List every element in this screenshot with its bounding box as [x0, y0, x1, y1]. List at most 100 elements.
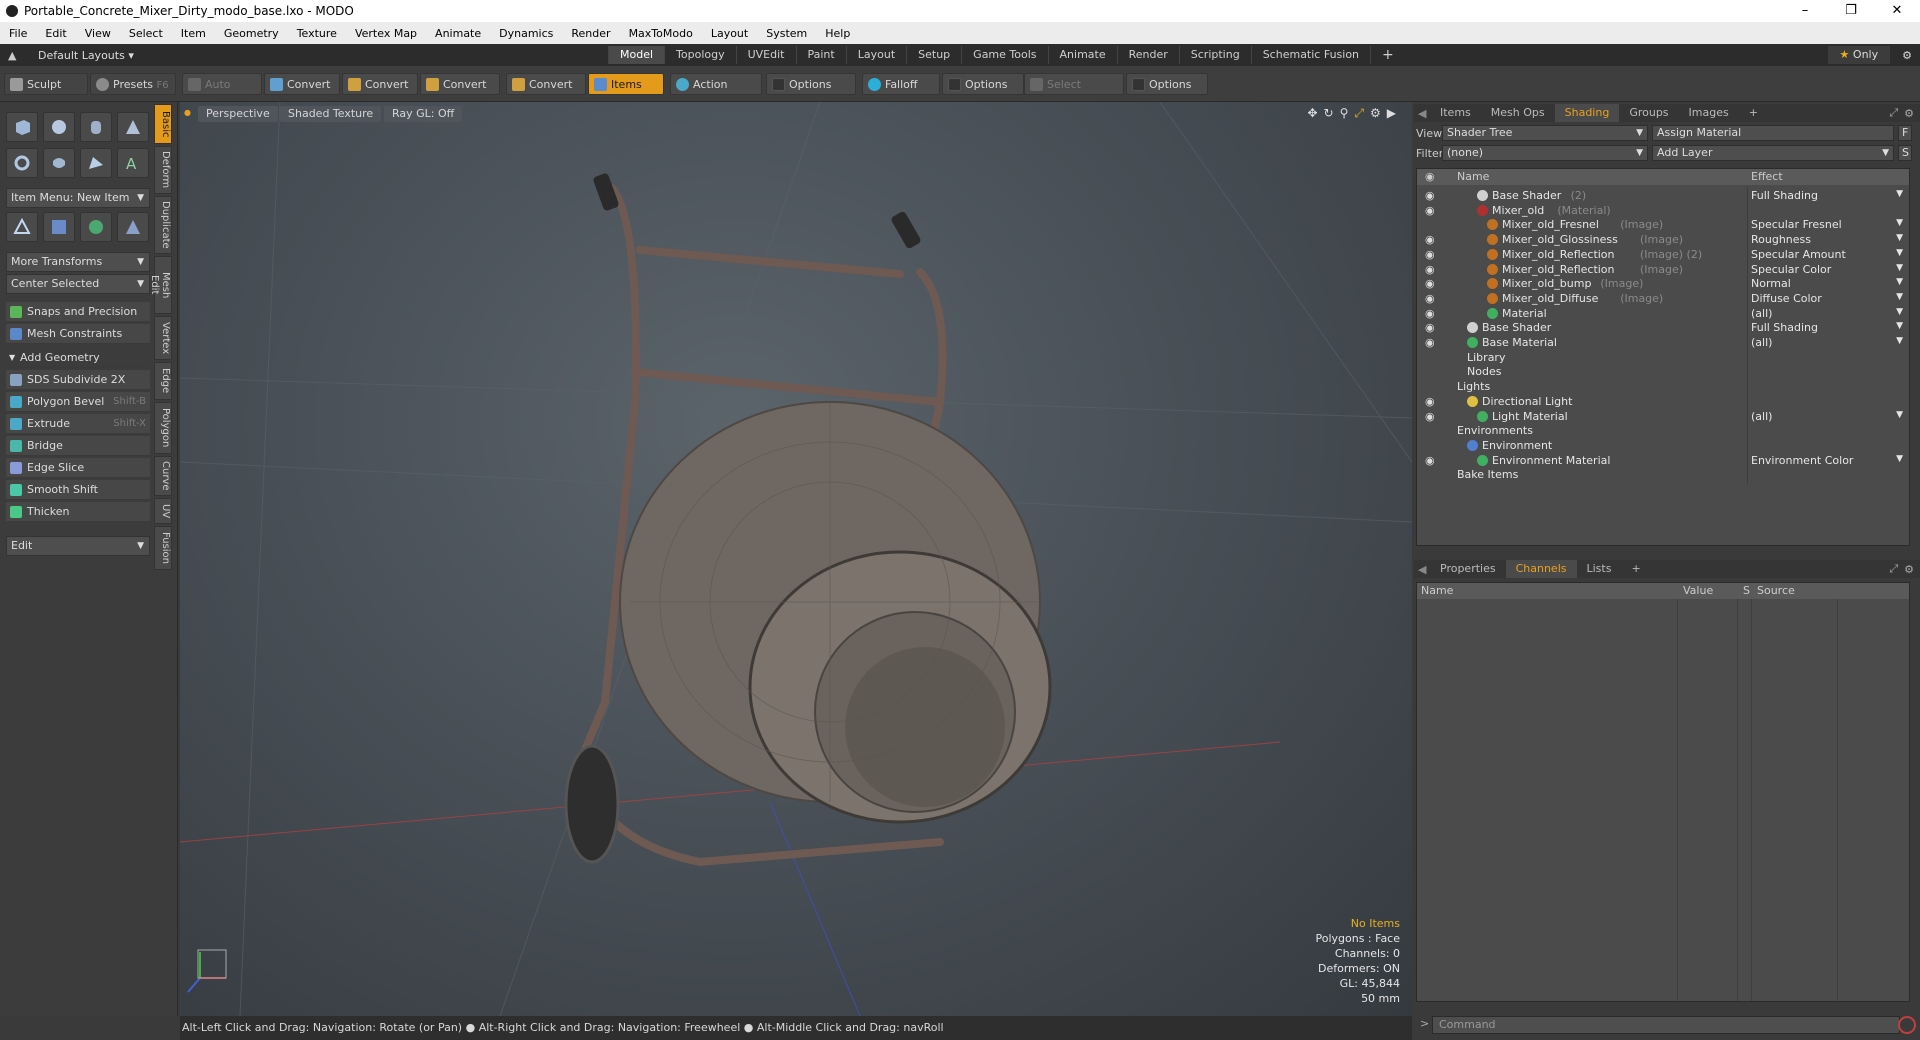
vtab-edge[interactable]: Edge [154, 362, 172, 400]
select-through-button[interactable]: Select Through [1024, 73, 1124, 113]
view-dropdown[interactable]: Shader Tree ▼ [1442, 125, 1648, 141]
extrude-button[interactable]: Extrude Shift-X [6, 414, 150, 434]
panel-arrow-icon[interactable]: ◀ [1418, 563, 1430, 576]
shader-tree-row[interactable]: Bake Items [1417, 466, 1909, 485]
chevron-down-icon[interactable]: ▼ [1896, 218, 1903, 228]
visibility-eye-icon[interactable]: ◉ [1425, 277, 1439, 290]
expand-icon[interactable]: ⤢ [1889, 562, 1898, 576]
ch-col-s[interactable]: S [1743, 584, 1750, 597]
chevron-down-icon[interactable]: ▼ [1896, 410, 1903, 420]
pen-icon[interactable] [80, 148, 112, 178]
close-button[interactable]: ✕ [1874, 0, 1920, 22]
layer-effect[interactable]: Specular Color [1751, 263, 1831, 276]
tab-model[interactable]: Model [608, 46, 665, 64]
menu-animate[interactable]: Animate [426, 27, 490, 40]
menu-item[interactable]: Item [172, 27, 215, 40]
falloff-options-button[interactable]: Options [942, 73, 1024, 95]
menu-file[interactable]: File [0, 27, 36, 40]
convert-polygons-button[interactable]: Convert [420, 73, 500, 95]
tab-paint[interactable]: Paint [795, 46, 846, 64]
expand-icon[interactable]: ⤢ [1889, 106, 1898, 120]
layer-effect[interactable]: Roughness [1751, 233, 1811, 246]
menu-maxtomodo[interactable]: MaxToModo [620, 27, 702, 40]
chevron-down-icon[interactable]: ▼ [1896, 292, 1903, 302]
globe-icon[interactable] [80, 212, 112, 242]
only-button[interactable]: ★ Only [1827, 46, 1891, 64]
torus-icon[interactable] [6, 148, 38, 178]
action-center-button[interactable]: Action Center [670, 73, 762, 113]
menu-geometry[interactable]: Geometry [215, 27, 288, 40]
menu-vertex-map[interactable]: Vertex Map [346, 27, 426, 40]
assign-material-button[interactable]: Assign Material [1652, 125, 1894, 141]
visibility-eye-icon[interactable]: ◉ [1425, 321, 1439, 334]
record-icon[interactable] [1898, 1016, 1916, 1034]
chevron-down-icon[interactable]: ▼ [1896, 321, 1903, 331]
layer-effect[interactable]: Full Shading [1751, 321, 1818, 334]
visibility-eye-icon[interactable]: ◉ [1425, 233, 1439, 246]
chevron-down-icon[interactable]: ▼ [1896, 189, 1903, 199]
layer-effect[interactable]: Specular Fresnel [1751, 218, 1842, 231]
panel-arrow-icon[interactable]: ◀ [1418, 107, 1430, 120]
chevron-down-icon[interactable]: ▼ [1896, 233, 1903, 243]
tab-layout[interactable]: Layout [845, 46, 906, 64]
add-tab-button[interactable]: + [1739, 104, 1768, 122]
item-menu-dropdown[interactable]: Item Menu: New Item ▼ [6, 188, 150, 208]
chevron-down-icon[interactable]: ▼ [1896, 454, 1903, 464]
more-transforms-dropdown[interactable]: More Transforms ▼ [6, 252, 150, 272]
auto-select-button[interactable]: Auto Select [182, 73, 262, 113]
ch-col-value[interactable]: Value [1683, 584, 1713, 597]
tab-mesh-ops[interactable]: Mesh Ops [1481, 104, 1555, 122]
menu-render[interactable]: Render [562, 27, 619, 40]
layout-up-icon[interactable]: ▲ [8, 49, 22, 62]
convert-vertices-button[interactable]: Convert [264, 73, 340, 95]
cube-icon[interactable] [6, 112, 38, 142]
gear-icon[interactable]: ⚙ [1902, 49, 1912, 62]
minimize-button[interactable]: – [1782, 0, 1828, 22]
tab-game-tools[interactable]: Game Tools [961, 46, 1047, 64]
text-icon[interactable]: A [117, 148, 149, 178]
tab-channels[interactable]: Channels [1505, 560, 1577, 578]
tab-items[interactable]: Items [1430, 104, 1481, 122]
menu-texture[interactable]: Texture [288, 27, 346, 40]
vtab-vertex[interactable]: Vertex [154, 316, 172, 360]
capsule-icon[interactable] [43, 148, 75, 178]
tab-animate[interactable]: Animate [1047, 46, 1117, 64]
visibility-eye-icon[interactable]: ◉ [1425, 189, 1439, 202]
chevron-down-icon[interactable]: ▼ [1896, 277, 1903, 287]
menu-edit[interactable]: Edit [36, 27, 75, 40]
3d-viewport[interactable]: ● Perspective Shaded Texture Ray GL: Off… [180, 102, 1412, 1016]
chevron-down-icon[interactable]: ▼ [1896, 336, 1903, 346]
thicken-button[interactable]: Thicken [6, 502, 150, 522]
edge-slice-button[interactable]: Edge Slice [6, 458, 150, 478]
col-effect[interactable]: Effect [1751, 170, 1783, 183]
layer-effect[interactable]: (all) [1751, 307, 1772, 320]
tab-scripting[interactable]: Scripting [1178, 46, 1251, 64]
filter-dropdown[interactable]: (none) ▼ [1442, 145, 1648, 161]
mesh-constraints-button[interactable]: Mesh Constraints [6, 324, 150, 344]
sds-subdivide-button[interactable]: SDS Subdivide 2X [6, 370, 150, 390]
cone-icon[interactable] [117, 112, 149, 142]
tab-schematic-fusion[interactable]: Schematic Fusion [1250, 46, 1370, 64]
visibility-eye-icon[interactable]: ◉ [1425, 248, 1439, 261]
add-tab-button[interactable]: + [1621, 560, 1650, 578]
vtab-curve[interactable]: Curve [154, 456, 172, 496]
tab-setup[interactable]: Setup [906, 46, 961, 64]
pyramid-icon[interactable] [117, 212, 149, 242]
tab-uvedit[interactable]: UVEdit [735, 46, 796, 64]
vtab-uv[interactable]: UV [154, 498, 172, 524]
layer-effect[interactable]: (all) [1751, 410, 1772, 423]
grid-tool-icon[interactable] [43, 212, 75, 242]
layer-effect[interactable]: Specular Amount [1751, 248, 1846, 261]
menu-select[interactable]: Select [120, 27, 172, 40]
add-geometry-section[interactable]: ▼ Add Geometry [6, 348, 150, 368]
sphere-icon[interactable] [43, 112, 75, 142]
vtab-polygon[interactable]: Polygon [154, 402, 172, 454]
col-name[interactable]: Name [1457, 170, 1489, 183]
ch-col-name[interactable]: Name [1421, 584, 1453, 597]
vtab-basic[interactable]: Basic [154, 104, 172, 144]
layer-effect[interactable]: (all) [1751, 336, 1772, 349]
tab-render[interactable]: Render [1116, 46, 1179, 64]
menu-help[interactable]: Help [816, 27, 859, 40]
move-tool-icon[interactable] [6, 212, 38, 242]
visibility-eye-icon[interactable]: ◉ [1425, 410, 1439, 423]
